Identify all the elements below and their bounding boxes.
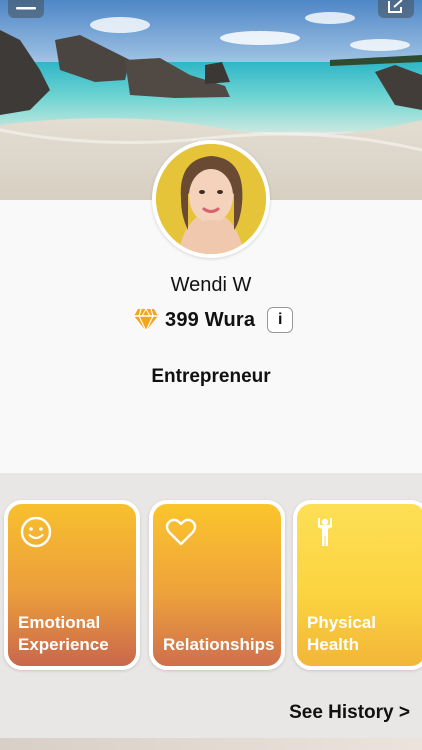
edit-profile-button[interactable] (378, 0, 414, 18)
wura-balance: 399 Wura i (133, 305, 294, 335)
tile-label-line2: Health (307, 635, 359, 654)
edit-icon (387, 0, 405, 13)
bottom-edge (0, 738, 422, 750)
tile-label-line2: Experience (18, 635, 109, 654)
user-role: Entrepreneur (151, 366, 271, 387)
tile-label-line1: Emotional (18, 613, 101, 632)
tile-label-line1: Physical (307, 613, 376, 632)
person-raising-arms-icon (309, 516, 341, 548)
tile-label: Physical Health (307, 612, 376, 656)
tile-label: Relationships (163, 634, 274, 656)
heart-icon (165, 516, 197, 548)
info-button[interactable]: i (267, 307, 294, 333)
diamond-icon (133, 308, 159, 333)
category-tiles: Emotional Experience Relationships Physi… (4, 500, 422, 670)
tile-label: Emotional Experience (18, 612, 109, 656)
avatar[interactable] (152, 140, 270, 258)
tile-relationships[interactable]: Relationships (149, 500, 285, 670)
smiley-face-icon (20, 516, 52, 548)
tile-physical-health[interactable]: Physical Health (293, 500, 422, 670)
tile-emotional-experience[interactable]: Emotional Experience (4, 500, 140, 670)
user-name: Wendi W (170, 274, 252, 296)
see-history-link[interactable]: See History > (289, 702, 410, 724)
tile-label-line1: Relationships (163, 635, 275, 654)
hamburger-menu-icon (16, 0, 36, 13)
wura-amount: 399 Wura (165, 308, 256, 331)
menu-button[interactable] (8, 0, 44, 18)
